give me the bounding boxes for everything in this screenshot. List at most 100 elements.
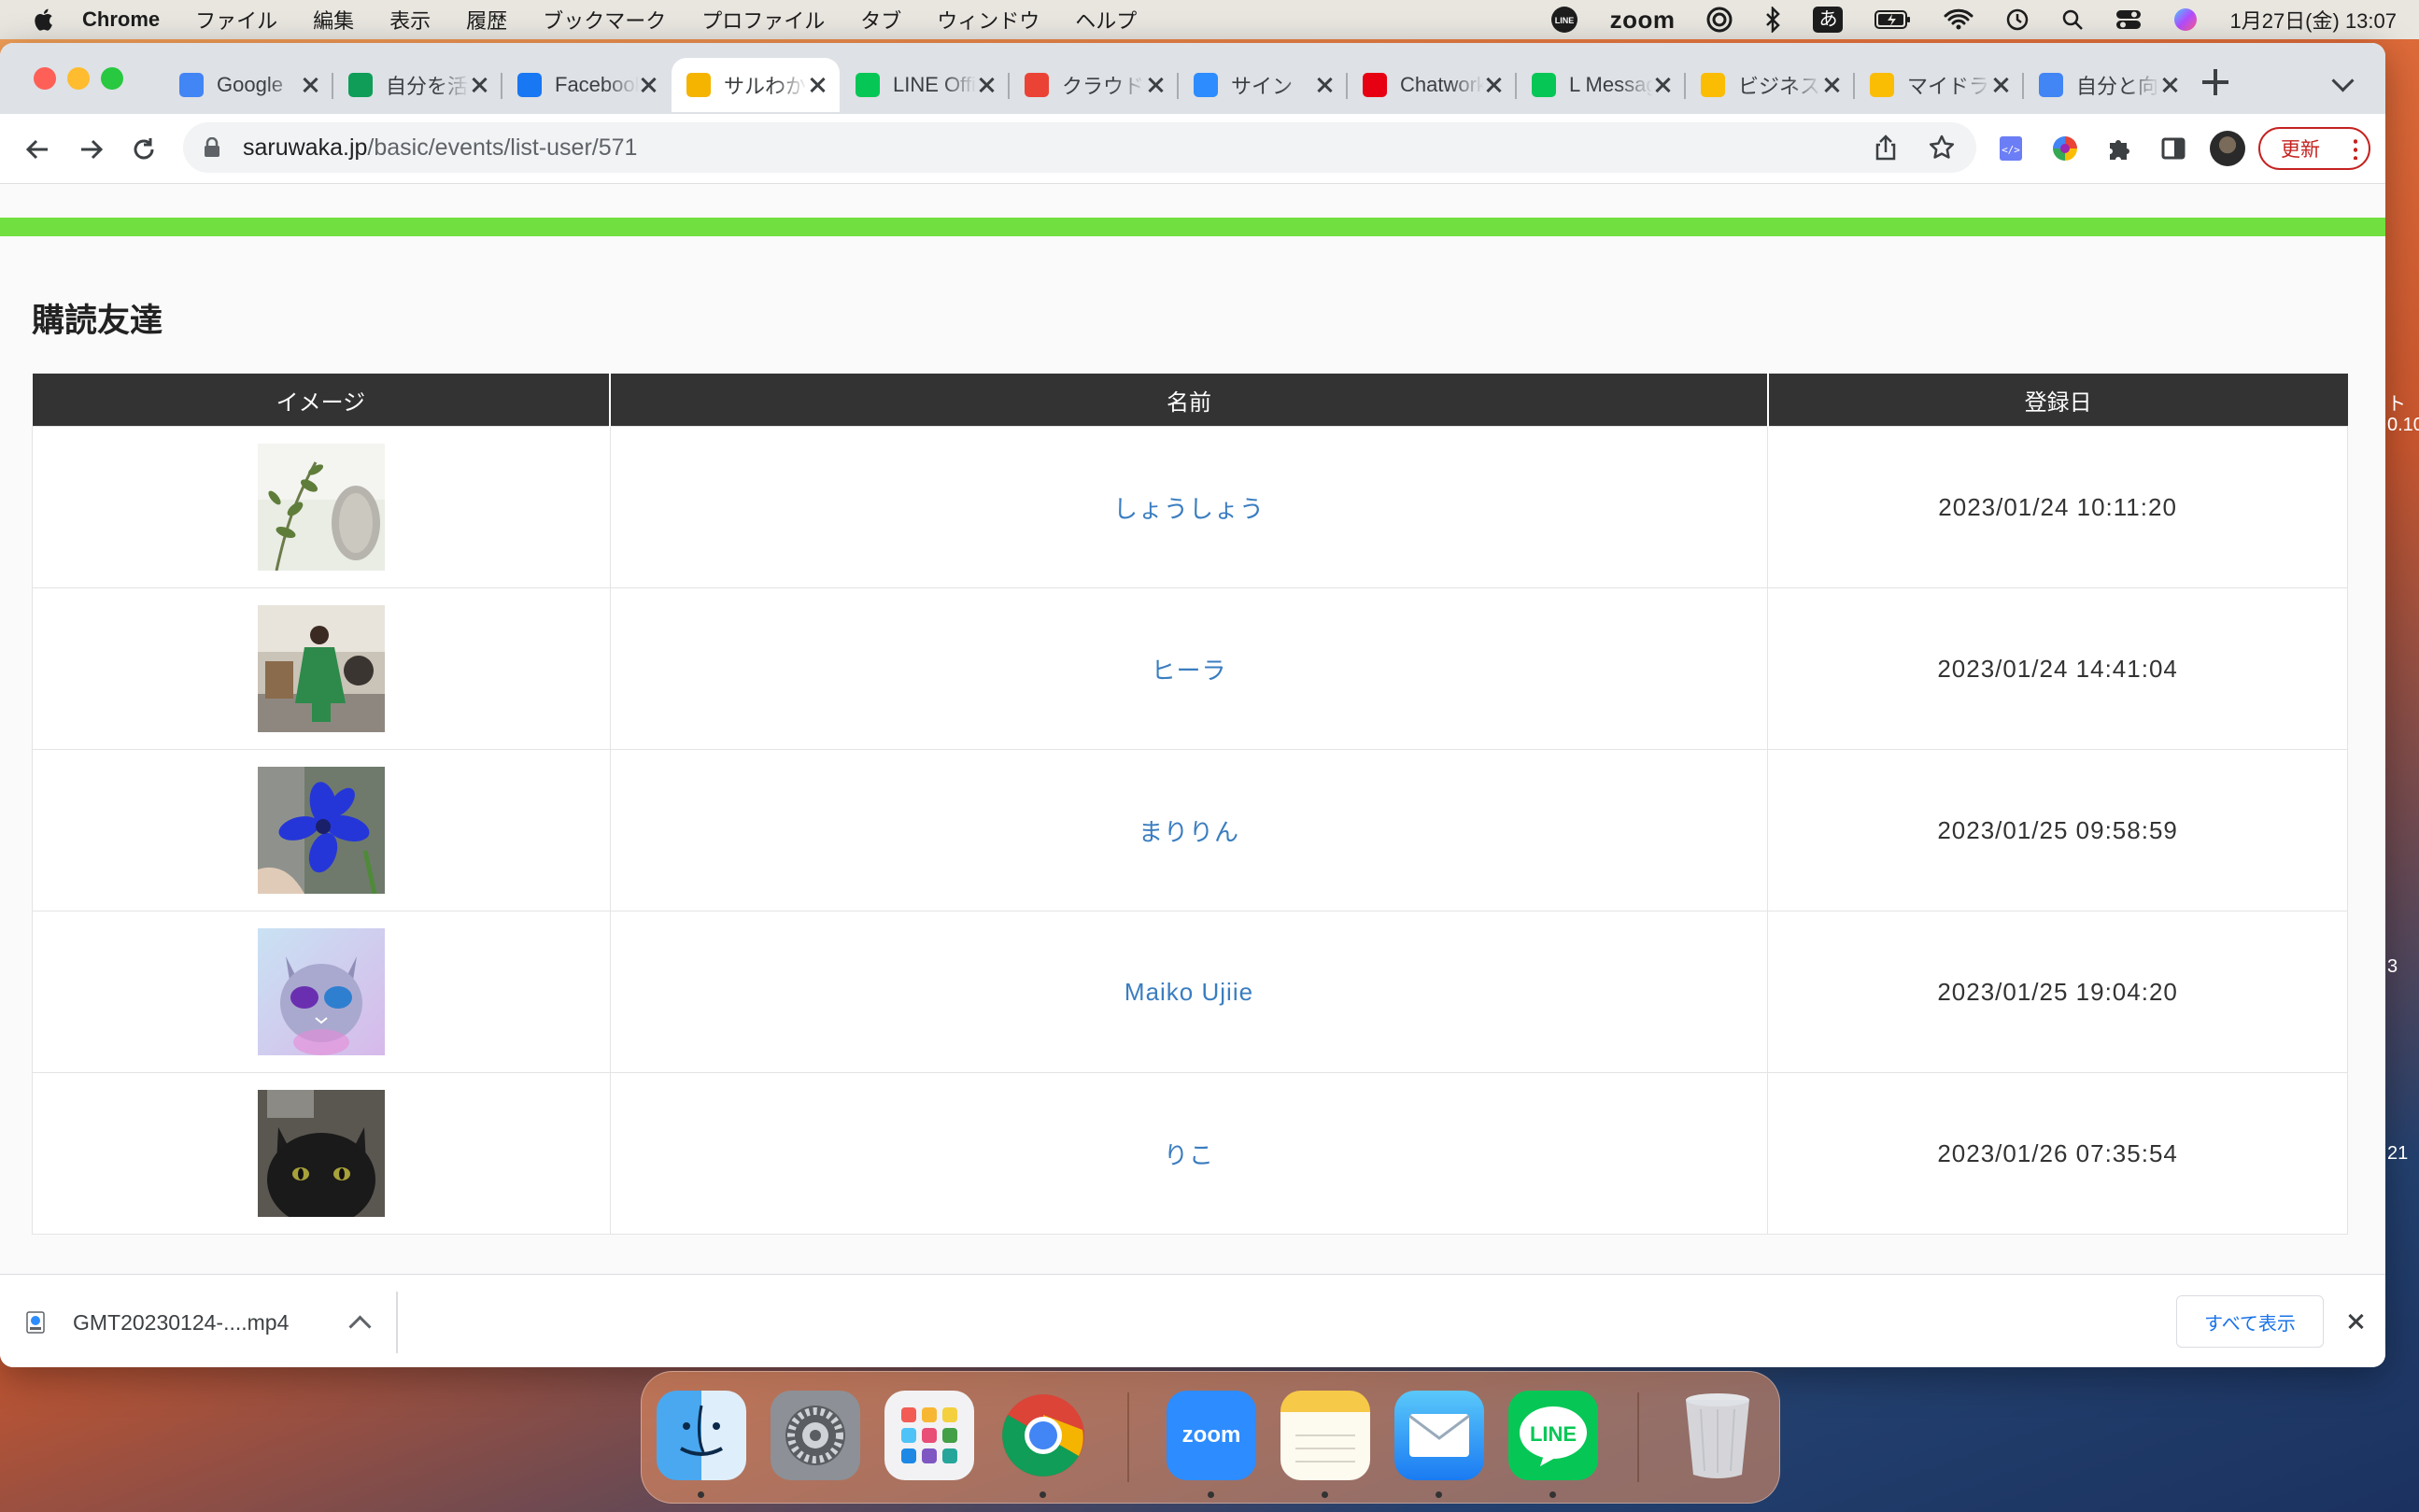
tab[interactable]: マイドライブ (1855, 58, 2024, 112)
close-tab-icon[interactable] (1653, 76, 1672, 94)
bookmark-star-icon[interactable] (1928, 134, 1956, 162)
tab[interactable]: サルわか (672, 58, 840, 112)
close-tab-icon[interactable] (977, 76, 996, 94)
menu-history[interactable]: 履歴 (466, 5, 507, 35)
line-status-icon[interactable]: LINE (1550, 6, 1578, 34)
close-tab-icon[interactable] (301, 76, 319, 94)
close-tab-icon[interactable] (808, 76, 827, 94)
chrome-icon[interactable] (998, 1391, 1088, 1480)
share-icon[interactable] (1872, 134, 1900, 162)
image-cell (32, 1072, 611, 1235)
close-tab-icon[interactable] (1991, 76, 2010, 94)
close-tab-icon[interactable] (1146, 76, 1165, 94)
menu-tab[interactable]: タブ (860, 5, 901, 35)
subscriber-name-link[interactable]: まりりん (1139, 818, 1239, 846)
docs-icon (2039, 73, 2063, 97)
finder-icon[interactable] (657, 1391, 746, 1480)
close-tab-icon[interactable] (2160, 76, 2179, 94)
launchpad-icon[interactable] (884, 1391, 974, 1480)
tab[interactable]: Facebook (502, 58, 671, 112)
menu-window[interactable]: ウィンドウ (937, 5, 1040, 35)
subscriber-name-link[interactable]: りこ (1164, 1141, 1214, 1169)
update-button[interactable]: 更新 (2258, 127, 2370, 170)
close-window-button[interactable] (34, 67, 56, 90)
chevron-up-icon[interactable] (348, 1314, 372, 1338)
extension-color-picker-icon[interactable] (2049, 133, 2081, 164)
svg-text:LINE: LINE (1554, 16, 1574, 25)
url-text[interactable]: saruwaka.jp/basic/events/list-user/571 (243, 134, 637, 162)
focus-status-icon[interactable] (1706, 7, 1733, 33)
control-center-icon[interactable] (2115, 8, 2142, 31)
system-settings-icon[interactable] (771, 1391, 860, 1480)
close-tab-icon[interactable] (1315, 76, 1334, 94)
minimize-window-button[interactable] (67, 67, 90, 90)
menu-file[interactable]: ファイル (195, 5, 277, 35)
close-tab-icon[interactable] (1822, 76, 1841, 94)
profile-avatar[interactable] (2210, 131, 2245, 166)
tab[interactable]: サイン (1179, 58, 1348, 112)
tab-search-chevron-icon[interactable] (2331, 69, 2355, 92)
back-button[interactable] (21, 133, 54, 166)
address-bar[interactable]: saruwaka.jp/basic/events/list-user/571 (183, 122, 1976, 173)
forward-button[interactable] (75, 133, 108, 166)
download-item[interactable]: GMT20230124-....mp4 (26, 1292, 398, 1353)
extension-devtools-icon[interactable]: </> (1995, 133, 2027, 164)
menu-help[interactable]: ヘルプ (1075, 5, 1137, 35)
running-indicator (1208, 1491, 1214, 1498)
lock-icon[interactable] (204, 137, 220, 158)
zoom-status-icon[interactable]: zoom (1610, 6, 1676, 35)
apple-icon[interactable] (32, 7, 58, 33)
tab[interactable]: Google (164, 58, 333, 112)
side-panel-icon[interactable] (2157, 133, 2189, 164)
menu-bookmarks[interactable]: ブックマーク (543, 5, 666, 35)
trash-icon[interactable] (1673, 1391, 1762, 1480)
subscriber-name-link[interactable]: ヒーラ (1151, 657, 1226, 685)
active-app-name[interactable]: Chrome (82, 7, 160, 32)
extensions-puzzle-icon[interactable] (2103, 133, 2135, 164)
battery-icon[interactable] (1874, 9, 1912, 30)
browser-toolbar: saruwaka.jp/basic/events/list-user/571 <… (0, 114, 2385, 184)
menu-view[interactable]: 表示 (389, 5, 431, 35)
subscriber-name-link[interactable]: Maiko Ujiie (1125, 978, 1253, 1006)
line-official-icon (856, 73, 880, 97)
line-app-icon[interactable]: LINE (1508, 1391, 1598, 1480)
show-all-downloads-button[interactable]: すべて表示 (2176, 1295, 2324, 1348)
tab-title: サルわか (724, 75, 807, 98)
wifi-icon[interactable] (1944, 8, 1973, 31)
name-cell: まりりん (609, 749, 1769, 911)
more-menu-icon[interactable] (2354, 137, 2357, 160)
close-tab-icon[interactable] (1484, 76, 1503, 94)
siri-icon[interactable] (2173, 7, 2198, 32)
tab[interactable]: 自分を活 (333, 58, 502, 112)
tab[interactable]: Chatwork (1348, 58, 1517, 112)
menu-edit[interactable]: 編集 (313, 5, 354, 35)
tab[interactable]: LINE Official (841, 58, 1010, 112)
tab-title: マイドライブ (1907, 75, 1991, 98)
tab[interactable]: クラウド (1010, 58, 1179, 112)
date-cell: 2023/01/26 07:35:54 (1767, 1072, 2348, 1235)
name-cell: りこ (609, 1072, 1769, 1235)
time-machine-icon[interactable] (2005, 7, 2030, 32)
tab[interactable]: ビジネス (1686, 58, 1855, 112)
profile-image (257, 1090, 385, 1217)
input-source-icon[interactable]: あ (1813, 7, 1844, 33)
new-tab-button[interactable] (2202, 69, 2228, 95)
close-download-shelf-icon[interactable] (2346, 1312, 2365, 1331)
bluetooth-icon[interactable] (1764, 7, 1781, 33)
spotlight-search-icon[interactable] (2061, 8, 2084, 31)
close-tab-icon[interactable] (639, 76, 658, 94)
zoom-app-icon[interactable]: zoom (1167, 1391, 1256, 1480)
reload-button[interactable] (127, 133, 161, 166)
menubar-clock[interactable]: 1月27日(金) 13:07 (2229, 5, 2397, 35)
subscriber-name-link[interactable]: しょうしょう (1113, 495, 1265, 523)
zoom-window-button[interactable] (101, 67, 123, 90)
notes-icon[interactable] (1280, 1391, 1370, 1480)
tab[interactable]: L Message (1517, 58, 1686, 112)
mail-icon[interactable] (1394, 1391, 1484, 1480)
menu-profiles[interactable]: プロファイル (701, 5, 825, 35)
running-indicator (698, 1491, 704, 1498)
close-tab-icon[interactable] (470, 76, 488, 94)
profile-image (257, 605, 385, 732)
gmail-icon (1025, 73, 1049, 97)
tab[interactable]: 自分と向 (2024, 58, 2192, 112)
